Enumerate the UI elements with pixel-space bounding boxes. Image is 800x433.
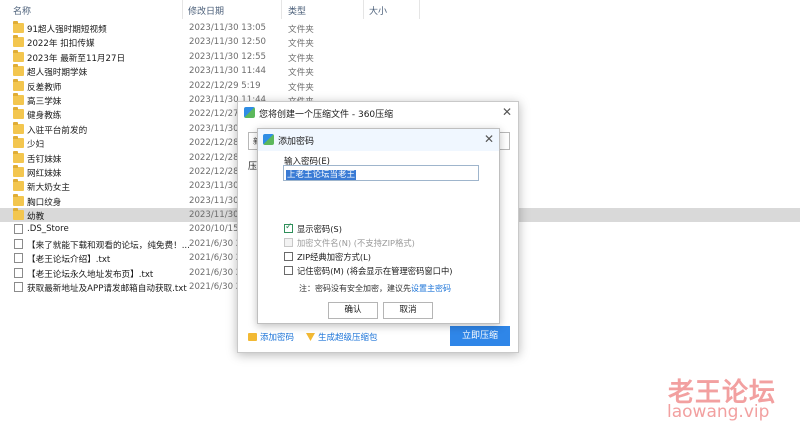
table-row[interactable]: 超人强时期学妹 2023/11/30 11:44 文件夹: [0, 64, 800, 78]
compress-now-button[interactable]: 立即压缩: [450, 326, 510, 346]
file-list-header: 名称 修改日期 类型 大小: [0, 0, 800, 19]
compression-label: 压: [248, 162, 258, 172]
security-note: 注：密码没有安全加密，建议先设置主密码: [299, 284, 451, 293]
app-logo-icon: [263, 134, 274, 145]
column-size[interactable]: 大小: [369, 4, 387, 17]
column-divider[interactable]: [182, 0, 183, 19]
folder-icon: [13, 150, 24, 163]
app-logo-icon: [244, 107, 255, 118]
folder-icon: [13, 64, 24, 77]
column-divider[interactable]: [281, 0, 282, 19]
checkbox-disabled: [284, 238, 293, 247]
close-icon[interactable]: ✕: [484, 132, 494, 146]
password-dialog-titlebar[interactable]: 添加密码 ✕: [258, 129, 499, 151]
watermark-url: laowang.vip: [667, 402, 770, 422]
lock-icon: [248, 333, 257, 341]
checkbox[interactable]: [284, 252, 293, 261]
table-row[interactable]: 2022年 扣扣传媒 2023/11/30 12:50 文件夹: [0, 35, 800, 49]
password-dialog: 添加密码 ✕ 输入密码(E) 上老王论坛当老王 显示密码(S) 加密文件名(N)…: [257, 128, 500, 324]
password-dialog-title: 添加密码: [278, 137, 315, 147]
zip-icon: [306, 333, 315, 341]
remember-password-checkbox[interactable]: 记住密码(M) (将会显示在管理密码窗口中): [284, 265, 453, 277]
column-type[interactable]: 类型: [288, 4, 306, 17]
folder-icon: [13, 193, 24, 206]
column-divider[interactable]: [419, 0, 420, 19]
table-row[interactable]: 2023年 最新至11月27日 2023/11/30 12:55 文件夹: [0, 49, 800, 64]
column-divider[interactable]: [363, 0, 364, 19]
folder-icon: [13, 164, 24, 177]
confirm-button[interactable]: 确认: [328, 302, 378, 319]
show-password-checkbox[interactable]: 显示密码(S): [284, 222, 342, 235]
table-row[interactable]: 91超人强时期短视频 2023/11/30 13:05 文件夹: [0, 21, 800, 35]
dialog-footer: 添加密码 生成超级压缩包 立即压缩: [238, 322, 518, 352]
zip-classic-checkbox[interactable]: ZIP经典加密方式(L): [284, 251, 371, 263]
column-name[interactable]: 名称: [13, 4, 31, 17]
encrypt-names-checkbox: 加密文件名(N) (不支持ZIP格式): [284, 237, 415, 249]
text-file-icon: [14, 253, 23, 264]
text-file-icon: [14, 282, 23, 293]
folder-icon: [13, 107, 24, 120]
folder-icon: [13, 92, 24, 105]
folder-icon: [13, 78, 24, 91]
dialog-title: 您将创建一个压缩文件 - 360压缩: [259, 110, 394, 120]
cancel-button[interactable]: 取消: [383, 302, 433, 319]
add-password-link[interactable]: 添加密码: [248, 331, 294, 343]
super-zip-link[interactable]: 生成超级压缩包: [306, 331, 378, 343]
folder-icon: [13, 208, 24, 221]
password-value: 上老王论坛当老王: [286, 170, 357, 180]
password-input[interactable]: 上老王论坛当老王: [283, 165, 479, 181]
table-row[interactable]: 反差教师 2022/12/29 5:19 文件夹: [0, 78, 800, 93]
dialog-titlebar[interactable]: 您将创建一个压缩文件 - 360压缩 ✕: [238, 102, 518, 124]
text-file-icon: [14, 267, 23, 278]
text-file-icon: [14, 238, 23, 249]
set-master-password-link[interactable]: 设置主密码: [411, 284, 451, 293]
checkbox-checked[interactable]: [284, 222, 293, 233]
folder-icon: [13, 136, 24, 149]
checkbox[interactable]: [284, 266, 293, 275]
folder-icon: [13, 21, 24, 33]
folder-icon: [13, 35, 24, 48]
folder-icon: [13, 49, 24, 62]
folder-icon: [13, 179, 24, 192]
column-date[interactable]: 修改日期: [188, 4, 224, 17]
file-icon: [14, 224, 23, 235]
close-icon[interactable]: ✕: [502, 105, 512, 119]
folder-icon: [13, 121, 24, 134]
